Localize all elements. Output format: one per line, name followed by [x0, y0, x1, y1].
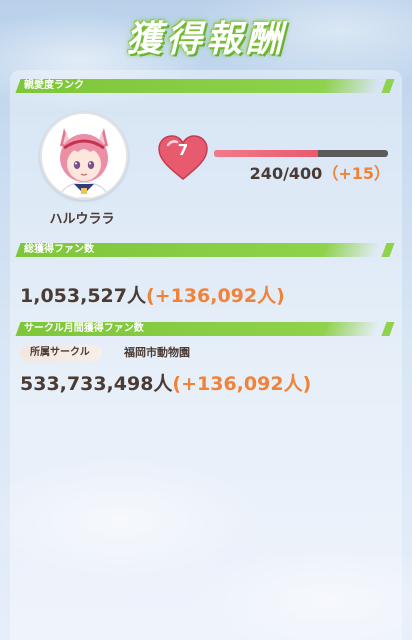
section-header-affinity: 親愛度ランク	[15, 79, 381, 93]
section-label-fans: 総獲得ファン数	[24, 244, 94, 255]
section-label-affinity: 親愛度ランク	[24, 80, 84, 91]
affinity-readout: 240/400（+15）	[240, 160, 390, 184]
screen-title: 獲得報酬	[125, 19, 286, 60]
section-header-circle: サークル月間獲得ファン数	[15, 322, 381, 336]
affinity-progress-text: 240/400	[249, 164, 323, 183]
affinity-gain: （+15）	[322, 164, 390, 183]
affinity-progress-bar	[214, 150, 388, 157]
character-avatar	[40, 112, 128, 200]
total-fans-gain: (+136,092人)	[145, 285, 285, 307]
circle-name: 福岡市動物園	[124, 346, 190, 359]
section-label-circle: サークル月間獲得ファン数	[24, 323, 144, 334]
section-header-fans: 総獲得ファン数	[15, 243, 381, 257]
circle-fans-value: 533,733,498人	[20, 373, 173, 395]
character-name: ハルウララ	[49, 212, 115, 227]
circle-fans-gain: (+136,092人)	[172, 373, 312, 395]
total-fans: 1,053,527人(+136,092人)	[20, 281, 285, 308]
affinity-progress-fill	[214, 150, 319, 157]
circle-fans: 533,733,498人(+136,092人)	[20, 369, 311, 396]
affinity-level: 7	[177, 141, 189, 159]
circle-tag: 所属サークル	[20, 345, 102, 361]
total-fans-value: 1,053,527人	[20, 285, 146, 307]
